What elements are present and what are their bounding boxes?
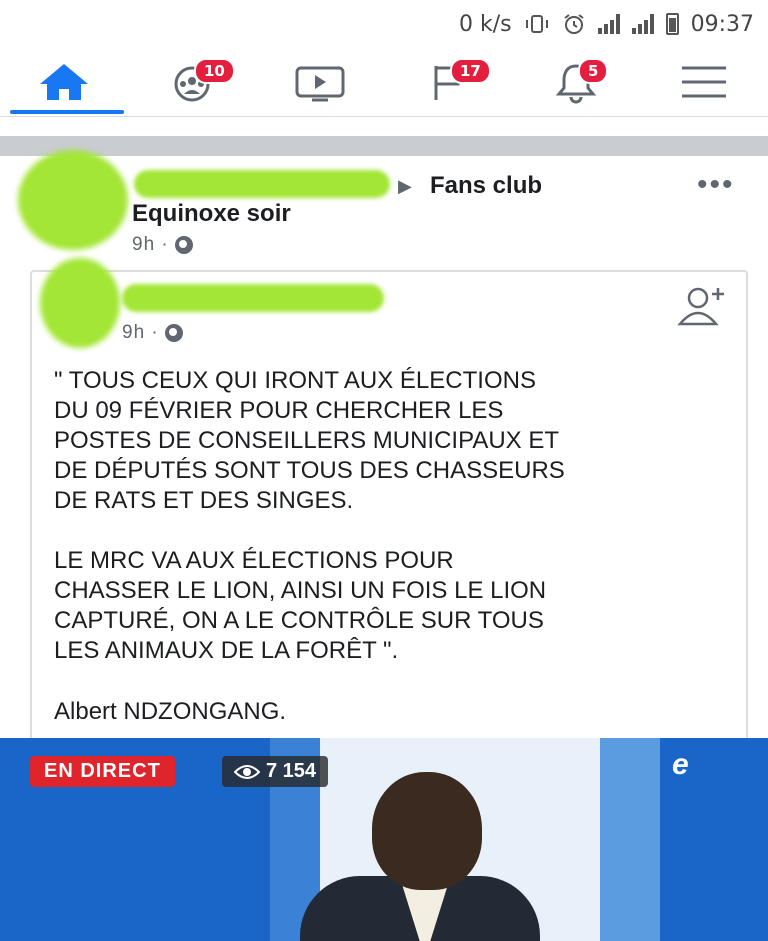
quote-line: LES ANIMAUX DE LA FORÊT ". [54,637,399,664]
signal-icon-2 [631,14,654,34]
feed-separator [0,136,768,156]
video-backdrop [600,738,660,941]
quote-line: LE MRC VA AUX ÉLECTIONS POUR [54,547,454,574]
clock: 09:37 [690,11,754,37]
share-arrow-icon: ▶ [398,176,412,196]
group-name[interactable]: Fans club [430,172,542,200]
view-count-value: 7 154 [266,760,317,782]
video-icon [295,66,345,102]
quote-paragraph-2: LE MRC VA AUX ÉLECTIONS POUR CHASSER LE … [54,546,744,666]
quote-line: POSTES DE CONSEILLERS MUNICIPAUX ET [54,427,559,454]
alarm-icon [562,12,586,36]
nav-home[interactable] [24,54,104,110]
active-tab-indicator [10,110,124,114]
view-count: 7 154 [222,756,329,787]
author-name-redacted[interactable] [134,170,390,198]
globe-icon [164,324,183,342]
status-bar: 0 k/s 09:37 [0,0,768,48]
nav-watch[interactable] [280,54,360,110]
top-nav: 10 17 5 [0,50,768,114]
quote-author: Albert NDZONGANG. [54,698,287,725]
globe-icon [174,236,193,254]
nav-menu[interactable] [664,54,744,110]
quote-line: CAPTURÉ, ON A LE CONTRÔLE SUR TOUS [54,607,544,634]
quote-line: " TOUS CEUX QUI IRONT AUX ÉLECTIONS [54,367,536,394]
shared-author-avatar[interactable] [40,258,120,348]
notifications-badge: 5 [578,58,609,84]
quote-paragraph-1: " TOUS CEUX QUI IRONT AUX ÉLECTIONS DU 0… [54,366,744,516]
channel-logo: e [672,748,689,781]
live-badge: EN DIRECT [30,756,175,787]
eye-icon [234,764,260,779]
signal-icon [597,14,620,34]
quote-line: DE RATS ET DES SINGES. [54,487,354,514]
add-friend-icon[interactable] [676,284,728,326]
quote-line: CHASSER LE LION, AINSI UN FOIS LE LION [54,577,547,604]
shared-post-time[interactable]: 9h · [122,322,159,344]
network-speed: 0 k/s [458,11,512,37]
pages-badge: 17 [450,58,491,84]
quote-line: DE DÉPUTÉS SONT TOUS DES CHASSEURS [54,457,565,484]
more-options-button[interactable]: ••• [697,168,735,202]
hamburger-icon [682,66,726,98]
shared-post-meta: 9h · [122,322,183,344]
post-meta: 9h · [132,234,193,256]
quote-line: DU 09 FÉVRIER POUR CHERCHER LES [54,397,504,424]
video-person-head [372,772,482,890]
author-avatar[interactable] [18,150,128,250]
vibrate-icon [524,14,550,34]
page-name[interactable]: Equinoxe soir [132,200,291,228]
battery-icon [665,13,679,35]
home-icon [40,64,88,100]
groups-badge: 10 [194,58,235,84]
nav-divider [0,116,768,117]
post-time[interactable]: 9h · [132,234,169,256]
nav-groups[interactable]: 10 [152,54,235,110]
nav-notifications[interactable]: 5 [536,54,616,110]
shared-author-name-redacted[interactable] [122,284,384,312]
nav-pages[interactable]: 17 [408,54,491,110]
